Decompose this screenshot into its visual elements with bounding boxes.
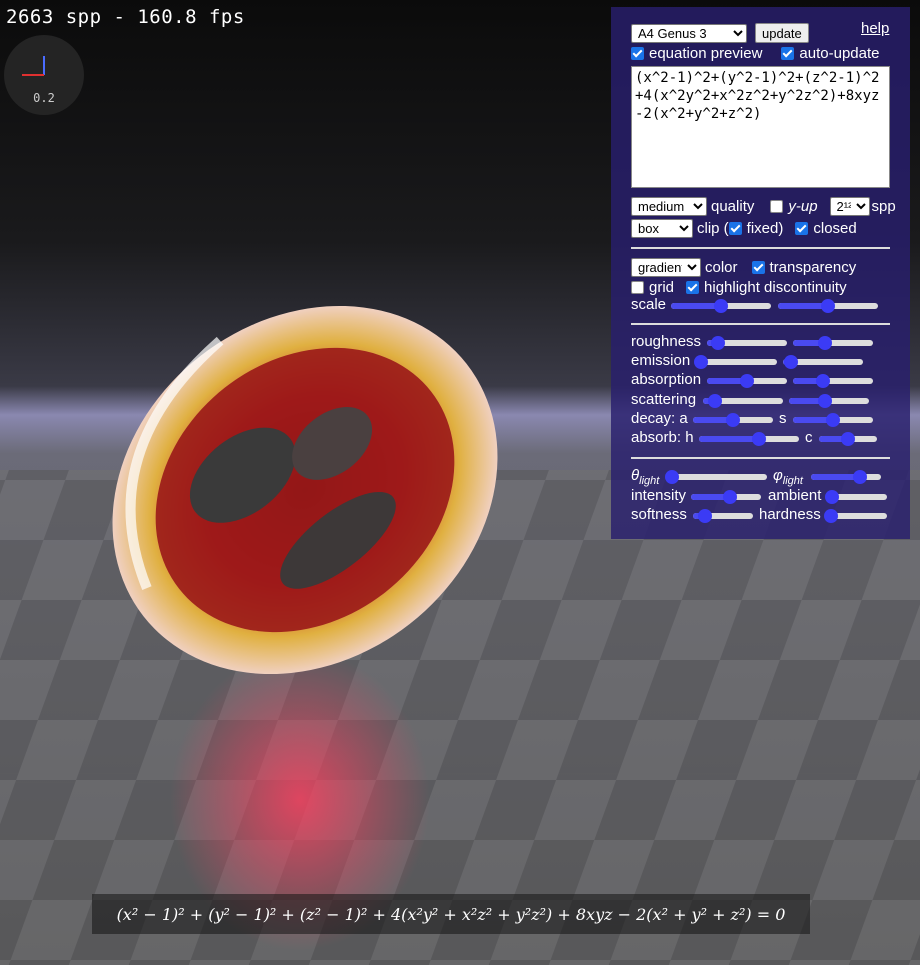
phi-light-label: φlight [773,467,803,487]
equation-preview-label: equation preview [649,45,763,62]
slider-knob[interactable] [722,490,737,504]
softness-slider[interactable] [693,509,753,523]
y-up-checkbox[interactable] [770,200,784,213]
decay-s-label: s [779,410,787,427]
absorb-h-label: absorb: h [631,429,694,446]
scale-slider-1[interactable] [671,299,771,313]
control-panel: A4 Genus 3 update help equation preview … [611,7,910,539]
slider-knob[interactable] [826,413,840,427]
slider-knob[interactable] [665,470,679,484]
decay-a-slider[interactable] [693,413,773,427]
scattering-label: scattering [631,391,697,408]
slider-knob[interactable] [818,394,832,408]
highlight-checkbox[interactable] [686,281,700,294]
equation-display: (x² − 1)² + (y² − 1)² + (z² − 1)² + 4(x²… [92,894,810,934]
slider-fill [699,436,759,442]
slider-knob[interactable] [784,355,798,369]
spp-select[interactable]: 2¹² [829,197,870,216]
color-label: color [705,259,738,276]
highlight-label: highlight discontinuity [704,279,847,296]
slider-knob[interactable] [740,374,754,388]
absorb-h-slider[interactable] [699,432,799,446]
scattering-slider-1[interactable] [703,394,783,408]
fixed-checkbox[interactable] [728,222,742,235]
grid-checkbox[interactable] [631,281,644,294]
equation-input[interactable]: (x^2-1)^2+(y^2-1)^2+(z^2-1)^2+4(x^2y^2+x… [631,66,890,188]
spp-label: spp [871,198,896,215]
intensity-slider[interactable] [691,490,761,504]
intensity-label: intensity [631,487,687,504]
closed-label: closed [813,220,857,237]
roughness-slider-1[interactable] [707,336,787,350]
absorption-slider-1[interactable] [707,374,787,388]
grid-label: grid [649,279,675,296]
update-button[interactable]: update [755,23,809,43]
hardness-label: hardness [759,506,821,523]
fps-readout: 2663 spp - 160.8 fps [6,6,245,28]
decay-s-slider[interactable] [793,413,873,427]
auto-update-checkbox[interactable] [781,47,795,60]
slider-knob[interactable] [694,355,708,369]
transparency-label: transparency [769,259,857,276]
quality-label: quality [711,198,755,215]
ambient-label: ambient [768,487,822,504]
scattering-slider-2[interactable] [789,394,869,408]
slider-knob[interactable] [726,413,740,427]
hardness-slider[interactable] [824,509,887,523]
scale-value: 0.2 [33,91,55,105]
slider-knob[interactable] [818,336,832,350]
roughness-label: roughness [631,333,702,350]
slider-knob[interactable] [711,336,726,350]
roughness-slider-2[interactable] [793,336,873,350]
divider [631,323,890,325]
slider-knob[interactable] [824,509,839,523]
slider-knob[interactable] [698,509,712,523]
softness-label: softness [631,506,687,523]
divider [631,457,890,459]
divider [631,247,890,249]
slider-knob[interactable] [853,470,867,484]
auto-update-label: auto-update [799,45,880,62]
slider-knob[interactable] [816,374,831,388]
emission-slider-1[interactable] [694,355,777,369]
absorption-label: absorption [631,371,702,388]
theta-light-slider[interactable] [665,470,767,484]
phi-light-slider[interactable] [811,470,881,484]
axis-gizmo[interactable]: 0.2 [4,35,84,115]
emission-label: emission [631,352,691,369]
ambient-slider[interactable] [824,490,887,504]
absorb-c-label: c [805,429,813,446]
closed-checkbox[interactable] [795,222,809,235]
equation-preview-checkbox[interactable] [631,47,644,60]
slider-knob[interactable] [824,490,839,504]
quality-select[interactable]: medium [631,197,707,216]
slider-knob[interactable] [841,432,855,446]
slider-knob[interactable] [752,432,766,446]
slider-knob[interactable] [708,394,722,408]
absorb-c-slider[interactable] [819,432,877,446]
help-link[interactable]: help [861,20,889,37]
scale-slider-2[interactable] [778,299,878,313]
absorption-slider-2[interactable] [793,374,873,388]
slider-knob[interactable] [821,299,835,313]
preset-select[interactable]: A4 Genus 3 [631,23,747,43]
slider-knob[interactable] [714,299,728,313]
scale-label: scale [631,296,667,313]
color-select[interactable]: gradient [631,258,701,277]
decay-a-label: decay: a [631,410,688,427]
theta-light-label: θlight [631,467,660,487]
fixed-label: fixed) [746,220,784,237]
clip-select[interactable]: box [631,219,693,238]
emission-slider-2[interactable] [783,355,863,369]
clip-label: clip ( [697,220,729,237]
transparency-checkbox[interactable] [751,261,765,274]
y-up-label: y-up [788,198,818,215]
